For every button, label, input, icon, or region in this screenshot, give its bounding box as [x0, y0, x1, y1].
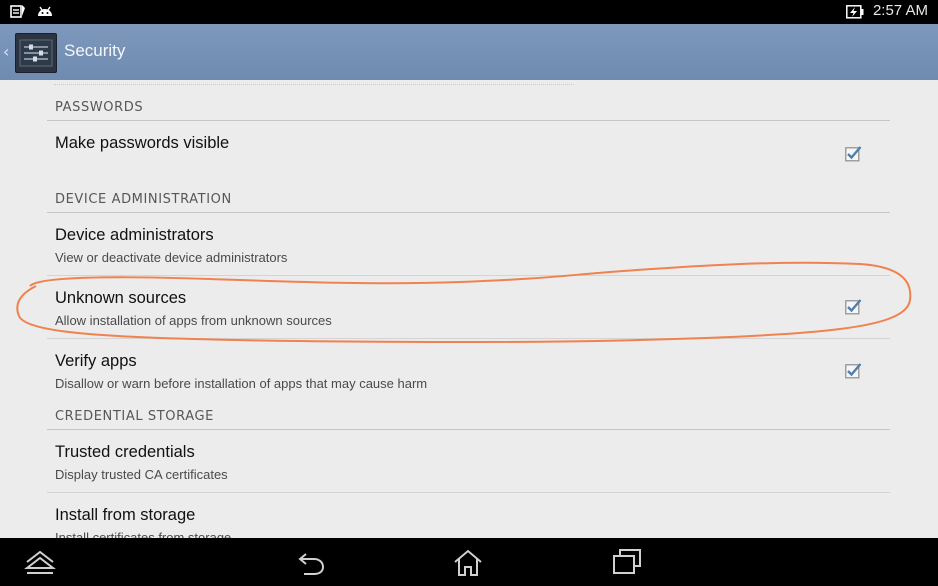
action-bar: ‹ Security	[0, 24, 938, 80]
page-title: Security	[64, 41, 126, 60]
back-icon[interactable]	[296, 548, 326, 576]
status-time: 2:57 AM	[872, 2, 928, 19]
verify-apps-title: Verify apps	[55, 352, 137, 370]
unknown-sources-checkbox[interactable]	[845, 298, 862, 315]
section-device-administration-label: DEVICE ADMINISTRATION	[55, 192, 232, 207]
battery-charging-icon	[846, 5, 864, 19]
unknown-sources-title: Unknown sources	[55, 289, 187, 307]
trusted-credentials-summary: Display trusted CA certificates	[55, 467, 228, 482]
recent-apps-icon[interactable]	[611, 548, 643, 576]
verify-apps-checkbox[interactable]	[845, 362, 862, 379]
pref-install-from-storage[interactable]: Install from storage Install certificate…	[47, 493, 890, 538]
device-administrators-summary: View or deactivate device administrators	[55, 250, 288, 265]
settings-app-icon[interactable]	[15, 33, 57, 73]
section-passwords-label: PASSWORDS	[55, 100, 144, 115]
status-left-icons	[10, 4, 54, 20]
pref-device-administrators[interactable]: Device administrators View or deactivate…	[47, 213, 890, 276]
scrolled-item-remnant	[54, 80, 574, 85]
section-credential-storage-label: CREDENTIAL STORAGE	[55, 409, 214, 424]
install-from-storage-title: Install from storage	[55, 506, 196, 524]
pref-trusted-credentials[interactable]: Trusted credentials Display trusted CA c…	[47, 430, 890, 493]
trusted-credentials-title: Trusted credentials	[55, 443, 195, 461]
install-from-storage-summary: Install certificates from storage	[55, 530, 232, 538]
pref-unknown-sources[interactable]: Unknown sources Allow installation of ap…	[47, 276, 890, 339]
verify-apps-summary: Disallow or warn before installation of …	[55, 376, 428, 391]
android-icon	[38, 6, 52, 16]
pref-make-passwords-visible[interactable]: Make passwords visible	[47, 121, 890, 185]
pref-verify-apps[interactable]: Verify apps Disallow or warn before inst…	[47, 339, 890, 402]
device-administrators-title: Device administrators	[55, 226, 214, 244]
section-header-passwords: PASSWORDS	[47, 93, 890, 121]
home-icon[interactable]	[452, 548, 484, 578]
sliders-icon	[19, 39, 53, 67]
make-passwords-visible-title: Make passwords visible	[55, 134, 230, 152]
settings-list[interactable]: PASSWORDS Make passwords visible DEVICE …	[0, 80, 938, 538]
unknown-sources-summary: Allow installation of apps from unknown …	[55, 313, 332, 328]
navigation-bar	[0, 538, 938, 586]
chevron-left-icon[interactable]: ‹	[3, 42, 9, 61]
section-header-device-administration: DEVICE ADMINISTRATION	[47, 185, 890, 213]
section-header-credential-storage: CREDENTIAL STORAGE	[47, 402, 890, 430]
status-bar: 2:57 AM	[0, 0, 938, 24]
notification-icon	[10, 5, 25, 18]
hide-bar-icon[interactable]	[24, 548, 56, 576]
make-passwords-visible-checkbox[interactable]	[845, 145, 862, 162]
